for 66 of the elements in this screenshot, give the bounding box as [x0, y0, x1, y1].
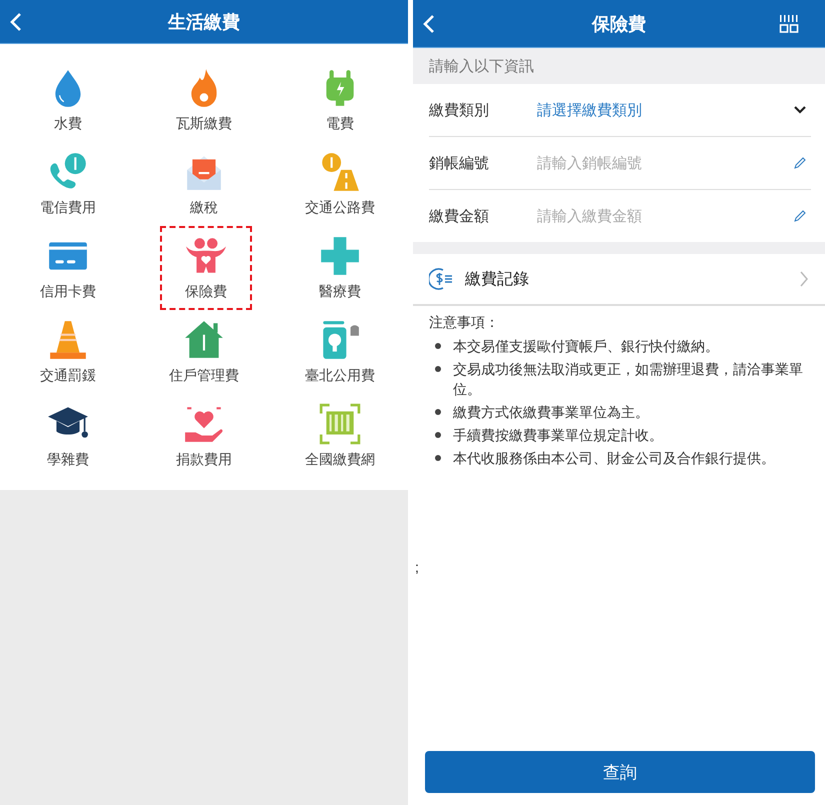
traffic-cone-icon [47, 319, 89, 361]
bullet-icon [435, 432, 441, 438]
bullet-icon [435, 455, 441, 461]
payment-category-item[interactable]: 住戶管理費 [160, 310, 248, 394]
category-label: 電費 [326, 115, 354, 133]
payment-category-item[interactable]: 醫療費 [296, 226, 384, 310]
stray-mark: ; [415, 559, 419, 575]
category-label: 保險費 [185, 283, 227, 301]
chevron-right-icon [799, 270, 809, 288]
category-label: 水費 [54, 115, 82, 133]
note-text: 本代收服務係由本公司、財金公司及合作銀行提供。 [453, 449, 775, 468]
category-label: 學雜費 [47, 451, 89, 469]
category-label: 捐款費用 [176, 451, 232, 469]
history-link-label: 繳費記錄 [465, 270, 530, 290]
payment-category-item[interactable]: 水費 [24, 58, 112, 142]
coin-road-icon [319, 151, 361, 193]
category-label: 瓦斯繳費 [176, 115, 232, 133]
back-icon[interactable] [423, 14, 435, 34]
payment-category-item[interactable]: 學雜費 [24, 394, 112, 478]
pencil-icon[interactable] [793, 156, 807, 170]
input-field[interactable]: 請輸入銷帳編號 [537, 154, 793, 172]
note-text: 交易成功後無法取消或更正，如需辦理退費，請洽事業單位。 [453, 360, 804, 399]
chevron-down-icon[interactable] [793, 105, 807, 115]
payment-category-item[interactable]: 交通公路費 [296, 142, 384, 226]
note-text: 繳費方式依繳費事業單位為主。 [453, 403, 649, 422]
screen-title: 保險費 [592, 12, 646, 36]
payment-category-item[interactable]: 臺北公用費 [296, 310, 384, 394]
barcode-scan-icon[interactable] [779, 14, 799, 34]
pencil-icon[interactable] [793, 209, 807, 223]
note-text: 手續費按繳費事業單位規定計收。 [453, 426, 663, 445]
payment-category-item[interactable]: 交通罰鍰 [24, 310, 112, 394]
query-button[interactable]: 查詢 [425, 751, 815, 793]
category-label: 全國繳費網 [305, 451, 375, 469]
note-text: 本交易僅支援歐付寶帳戶、銀行快付繳納。 [453, 337, 719, 356]
field-label: 銷帳編號 [429, 154, 490, 172]
payment-category-item[interactable]: 保險費 [160, 226, 252, 310]
back-icon[interactable] [10, 12, 22, 32]
payment-category-item[interactable]: 電信費用 [24, 142, 112, 226]
notes-title: 注意事項： [429, 314, 500, 332]
category-label: 信用卡費 [40, 283, 96, 301]
payment-history-row[interactable]: 繳費記錄 [413, 254, 825, 306]
field-label: 繳費類別 [429, 100, 490, 120]
category-label: 醫療費 [319, 283, 361, 301]
field-label: 繳費金額 [429, 206, 490, 226]
house-icon [183, 319, 225, 361]
category-label: 臺北公用費 [305, 367, 375, 385]
payment-category-item[interactable]: 電費 [296, 58, 384, 142]
category-label: 住戶管理費 [169, 367, 239, 385]
input-field[interactable]: 請輸入繳費金額 [537, 208, 793, 224]
payment-category-item[interactable]: 全國繳費網 [296, 394, 384, 478]
payment-category-item[interactable]: 繳稅 [160, 142, 248, 226]
screen-title: 生活繳費 [168, 10, 240, 34]
payment-category-item[interactable]: 信用卡費 [24, 226, 112, 310]
bullet-icon [435, 366, 441, 372]
section-label: 請輸入以下資訊 [429, 56, 534, 76]
category-label: 繳稅 [190, 199, 218, 217]
category-label: 交通罰鍰 [40, 367, 96, 385]
payment-category-item[interactable]: 捐款費用 [160, 394, 248, 478]
bullet-icon [435, 343, 441, 349]
category-label: 電信費用 [40, 199, 96, 217]
bullet-icon [435, 409, 441, 415]
payment-category-item[interactable]: 瓦斯繳費 [160, 58, 248, 142]
barcode-icon [319, 403, 361, 445]
category-dropdown[interactable]: 請選擇繳費類別 [537, 100, 793, 120]
category-label: 交通公路費 [305, 199, 375, 217]
medical-cross-icon [319, 235, 361, 277]
